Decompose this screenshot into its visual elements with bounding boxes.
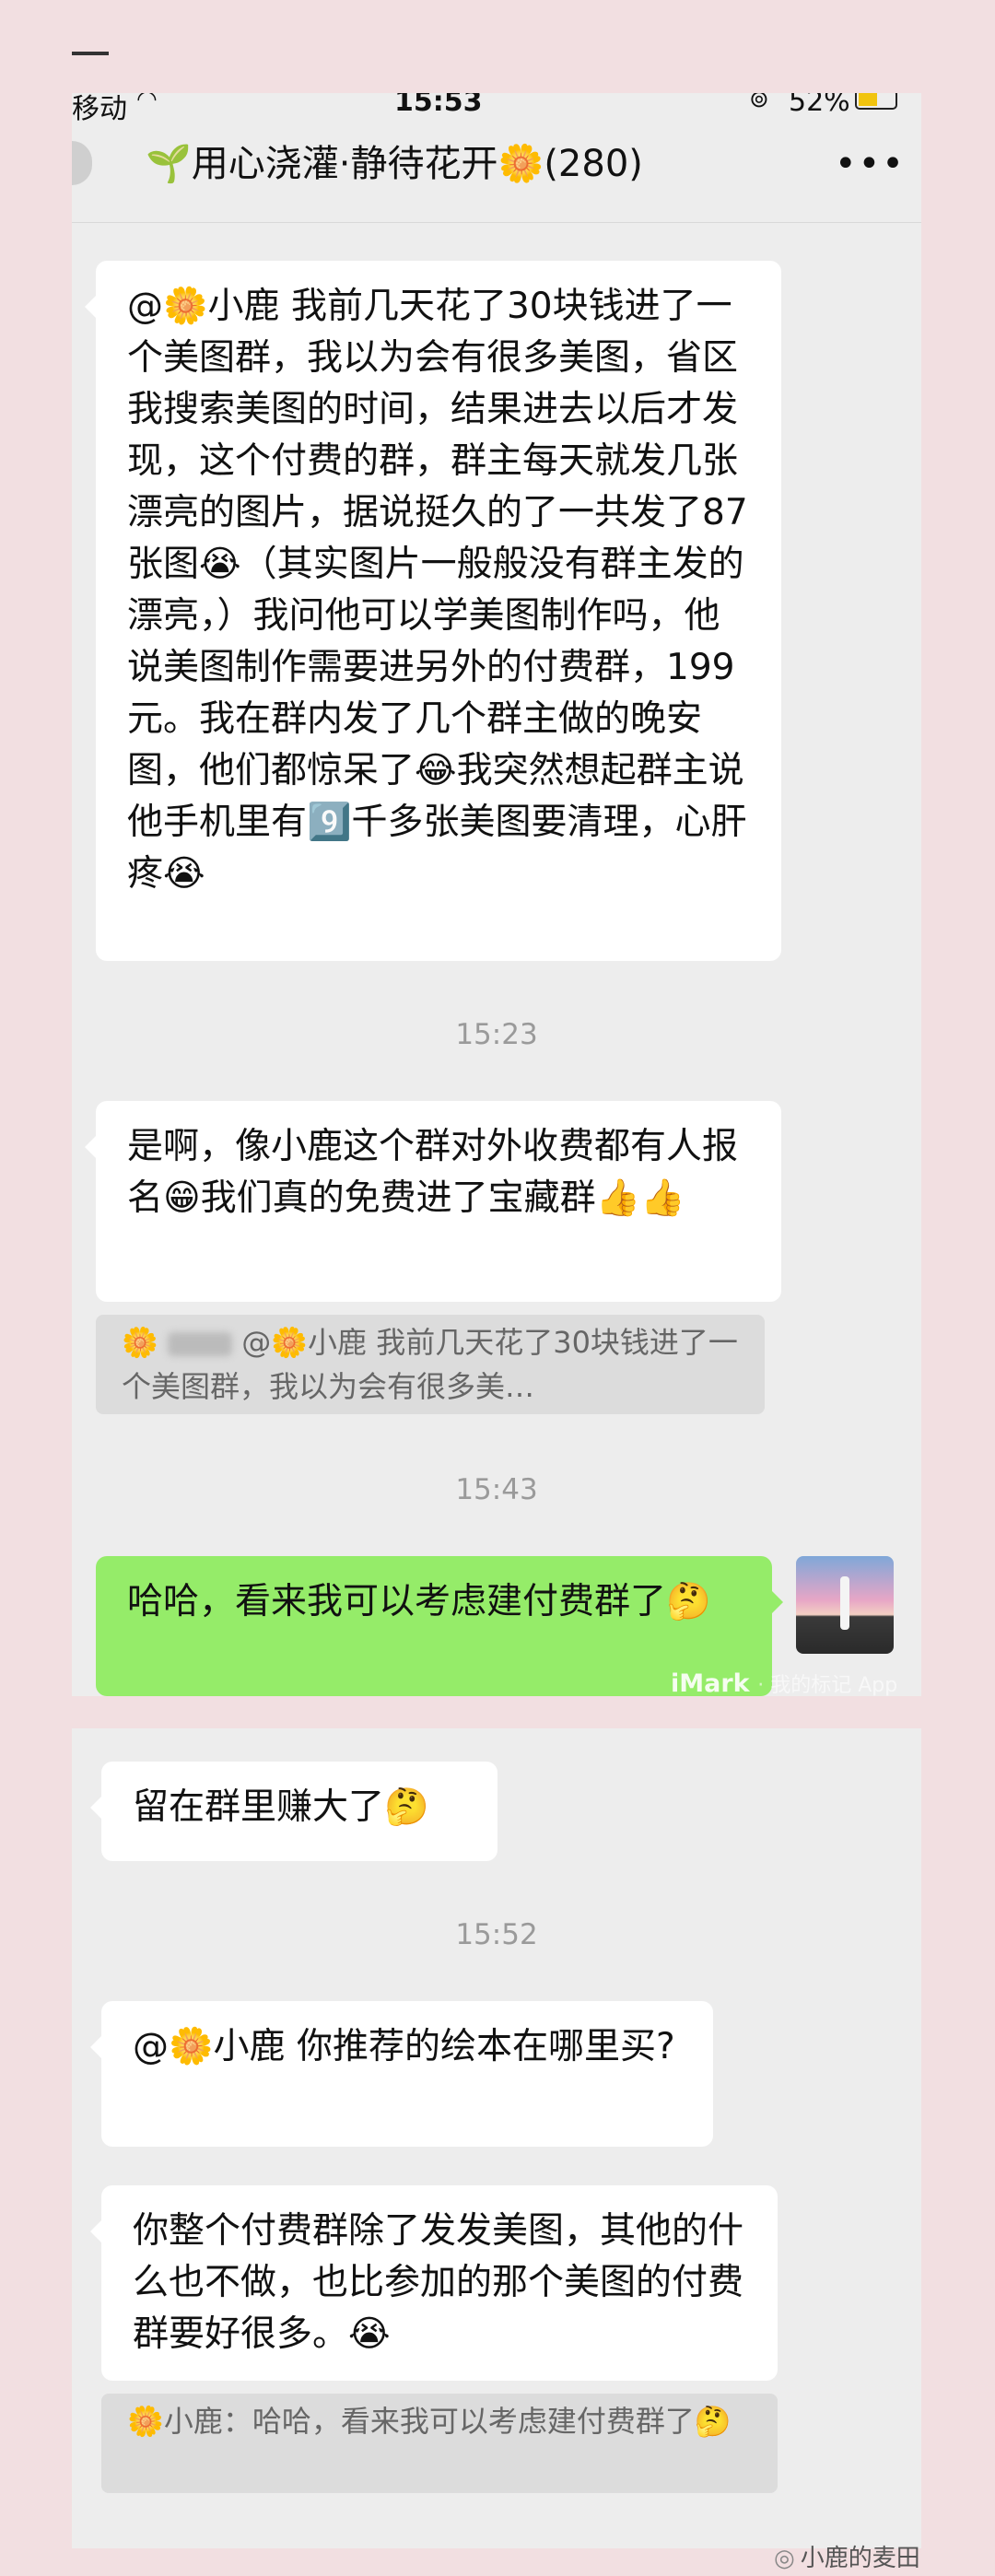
blurred-name (168, 1332, 233, 1356)
message-text: 你整个付费群除了发发美图，其他的什么也不做，也比参加的那个美图的付费群要好很多。… (133, 2210, 744, 2355)
timestamp: 15:43 (455, 1473, 538, 1506)
message-text: @🌼小鹿 你推荐的绘本在哪里买? (133, 2026, 675, 2067)
group-name: 🌱用心浇灌·静待花开🌼 (146, 143, 544, 185)
message-bubble[interactable]: 你整个付费群除了发发美图，其他的什么也不做，也比参加的那个美图的付费群要好很多。… (90, 2185, 778, 2381)
screenshot-page: 移动 ◠ 15:53 ⊚ 52% 🌱用心浇灌·静待花开🌼(280) ••• @🌼… (0, 0, 995, 2576)
message-text: 是啊，像小鹿这个群对外收费都有人报名😁我们真的免费进了宝藏群👍👍 (127, 1126, 739, 1219)
battery-fill (859, 93, 877, 106)
chat-header: 🌱用心浇灌·静待花开🌼(280) ••• (72, 121, 921, 223)
watermark-sub: · 我的标记 App (757, 1674, 898, 1696)
message-text: 哈哈，看来我可以考虑建付费群了🤔 (127, 1581, 711, 1622)
chat-title: 🌱用心浇灌·静待花开🌼(280) (146, 134, 643, 187)
footer-credit: ◎ 小鹿的麦田 (774, 2539, 920, 2573)
bubble-tail (90, 2220, 101, 2242)
message-text: 留在群里赚大了🤔 (133, 1786, 429, 1828)
message-bubble[interactable]: 是啊，像小鹿这个群对外收费都有人报名😁我们真的免费进了宝藏群👍👍 (85, 1101, 781, 1302)
avatar-figure (840, 1576, 849, 1630)
message-bubble[interactable]: 留在群里赚大了🤔 (90, 1762, 498, 1861)
watermark-brand: iMark (671, 1669, 750, 1696)
battery-icon (855, 93, 897, 110)
bubble-tail (85, 1136, 96, 1158)
top-dash (72, 52, 109, 55)
wechat-icon: ◎ (774, 2545, 795, 2572)
battery-percent: 52% (789, 93, 850, 118)
quoted-reply[interactable]: 🌼 @🌼小鹿 我前几天花了30块钱进了一个美图群，我以为会有很多美… (96, 1315, 765, 1414)
bubble-tail (772, 1591, 783, 1613)
message-text: @🌼小鹿 我前几天花了30块钱进了一个美图群，我以为会有很多美图，省区我搜索美图… (127, 286, 748, 895)
message-bubble[interactable]: @🌼小鹿 你推荐的绘本在哪里买? (90, 2001, 713, 2147)
status-time: 15:53 (394, 93, 483, 118)
wifi-icon: ◠ (136, 93, 158, 113)
quote-author-avatar: 🌼 (122, 1325, 158, 1360)
more-options-icon[interactable]: ••• (835, 143, 906, 185)
watermark: iMark · 我的标记 App (671, 1669, 897, 1696)
bubble-tail (90, 2036, 101, 2058)
quoted-reply[interactable]: 🌼小鹿：哈哈，看来我可以考虑建付费群了🤔 (101, 2394, 778, 2493)
chat-card-bottom: 留在群里赚大了🤔 15:52 @🌼小鹿 你推荐的绘本在哪里买? 你整个付费群除了… (72, 1728, 921, 2548)
rotation-lock-icon: ⊚ (749, 93, 769, 113)
timestamp: 15:52 (455, 1918, 538, 1951)
status-bar: 移动 ◠ 15:53 ⊚ 52% (72, 93, 921, 125)
member-count: (280) (544, 143, 643, 185)
timestamp: 15:23 (455, 1018, 538, 1051)
my-avatar[interactable] (796, 1556, 894, 1654)
chat-card-top: 移动 ◠ 15:53 ⊚ 52% 🌱用心浇灌·静待花开🌼(280) ••• @🌼… (72, 93, 921, 1696)
bubble-tail (85, 296, 96, 318)
footer-text: 小鹿的麦田 (800, 2545, 920, 2572)
bubble-tail (90, 1797, 101, 1819)
back-button[interactable] (72, 141, 92, 185)
message-bubble[interactable]: @🌼小鹿 我前几天花了30块钱进了一个美图群，我以为会有很多美图，省区我搜索美图… (85, 261, 781, 961)
quote-text: 🌼小鹿：哈哈，看来我可以考虑建付费群了🤔 (127, 2404, 732, 2439)
